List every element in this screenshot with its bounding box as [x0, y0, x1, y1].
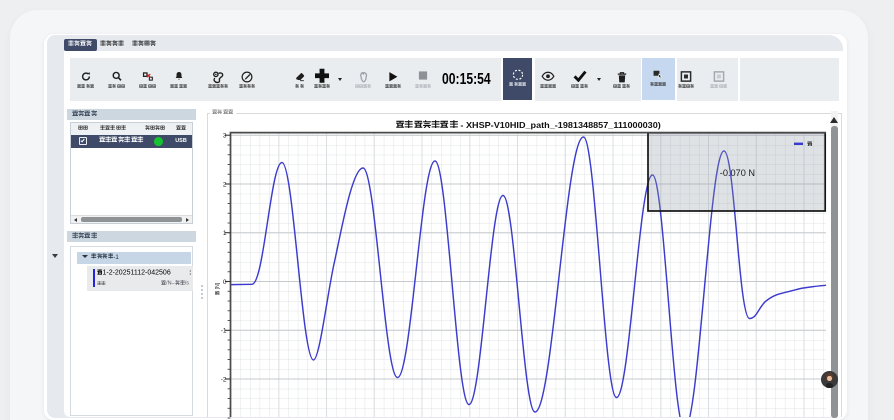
svg-text:3: 3 — [223, 133, 227, 140]
svg-text:-1: -1 — [221, 328, 227, 335]
svg-text:1: 1 — [223, 230, 227, 237]
svg-text:0: 0 — [223, 279, 227, 286]
svg-text:-2: -2 — [221, 376, 227, 383]
svg-text:2: 2 — [223, 181, 227, 188]
svg-text:-0.070 N: -0.070 N — [720, 168, 755, 178]
